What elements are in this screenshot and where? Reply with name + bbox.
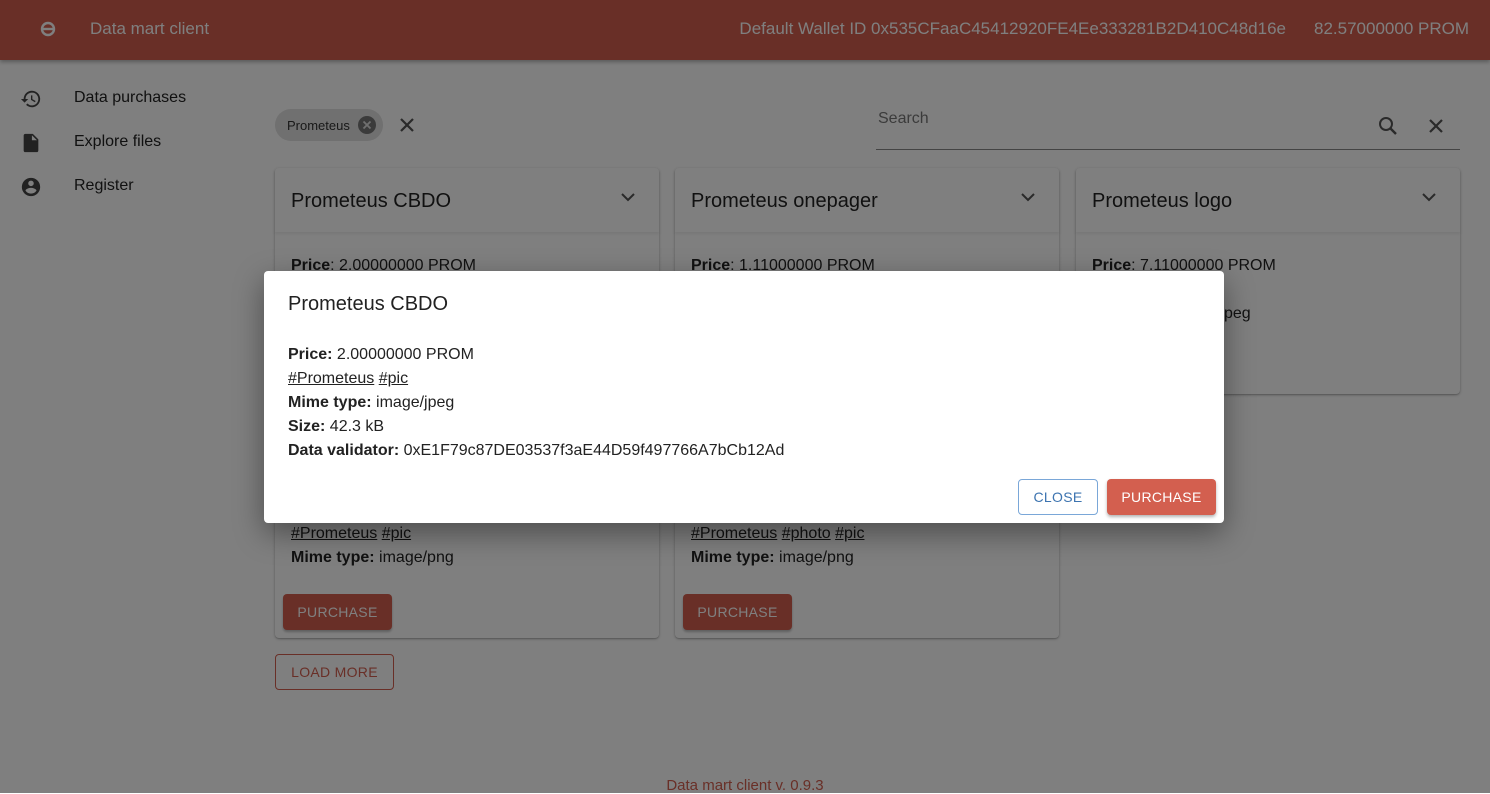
close-button[interactable]: CLOSE bbox=[1018, 479, 1098, 515]
size-label: Size: bbox=[288, 418, 326, 435]
dialog-title: Prometeus CBDO bbox=[288, 293, 449, 315]
validator-value: 0xE1F79c87DE03537f3aE44D59f497766A7bCb12… bbox=[403, 442, 785, 459]
price-label: Price: bbox=[288, 346, 333, 363]
price-value: 2.00000000 PROM bbox=[336, 346, 474, 363]
dialog-validator: Data validator: 0xE1F79c87DE03537f3aE44D… bbox=[288, 442, 784, 460]
tag-link[interactable]: #pic bbox=[379, 370, 408, 387]
mime-label: Mime type: bbox=[288, 394, 372, 411]
dialog-purchase-button[interactable]: PURCHASE bbox=[1107, 479, 1216, 515]
mime-value: image/jpeg bbox=[376, 394, 455, 411]
tag-link[interactable]: #Prometeus bbox=[288, 370, 374, 387]
purchase-dialog: Prometeus CBDO Price: 2.00000000 PROM #P… bbox=[264, 271, 1224, 523]
dialog-price: Price: 2.00000000 PROM bbox=[288, 346, 474, 364]
validator-label: Data validator: bbox=[288, 442, 400, 459]
dialog-mime: Mime type: image/jpeg bbox=[288, 394, 454, 412]
dialog-size: Size: 42.3 kB bbox=[288, 418, 384, 436]
dialog-tags: #Prometeus #pic bbox=[288, 370, 408, 388]
size-value: 42.3 kB bbox=[329, 418, 385, 435]
